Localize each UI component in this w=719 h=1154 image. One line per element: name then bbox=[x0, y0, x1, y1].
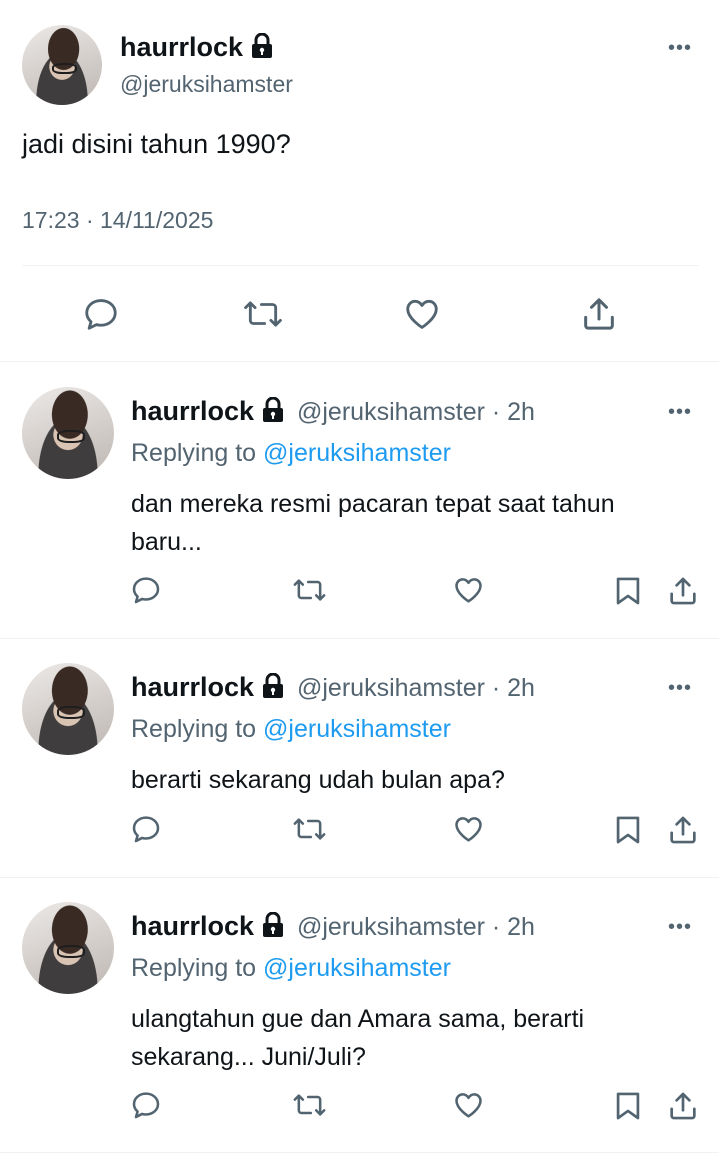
reply-text-line: berarti sekarang udah bulan apa? bbox=[131, 766, 505, 794]
section-divider bbox=[0, 1152, 719, 1153]
display-name-text: haurrlock bbox=[120, 32, 244, 62]
timestamp-divider bbox=[22, 265, 699, 266]
replying-label: Replying to bbox=[131, 439, 257, 467]
bookmark-icon[interactable] bbox=[611, 574, 645, 608]
retweet-icon[interactable] bbox=[292, 574, 327, 606]
retweet-icon[interactable] bbox=[242, 295, 284, 333]
post-time[interactable]: 2h bbox=[507, 398, 535, 426]
section-divider bbox=[0, 361, 719, 362]
more-icon[interactable]: ••• bbox=[668, 402, 692, 422]
action-bar bbox=[0, 574, 719, 610]
reply-header: haurrlock @jeruksihamster · 2h bbox=[131, 396, 535, 430]
display-name[interactable]: haurrlock bbox=[131, 396, 254, 426]
replying-handle-link[interactable]: @jeruksihamster bbox=[263, 439, 451, 467]
like-icon[interactable] bbox=[402, 295, 442, 333]
avatar[interactable] bbox=[22, 902, 114, 994]
bookmark-icon[interactable] bbox=[611, 1089, 645, 1123]
handle[interactable]: @jeruksihamster bbox=[297, 913, 485, 941]
timestamp[interactable]: 17:23 · 14/11/2025 bbox=[22, 207, 213, 234]
reply-icon[interactable] bbox=[82, 295, 120, 333]
tweet-text: jadi disini tahun 1990? bbox=[22, 129, 291, 159]
retweet-icon[interactable] bbox=[292, 1089, 327, 1121]
post-time[interactable]: 2h bbox=[507, 913, 535, 941]
reply-text-line: baru... bbox=[131, 528, 202, 556]
action-bar bbox=[0, 813, 719, 849]
replying-to: Replying to @jeruksihamster bbox=[131, 715, 451, 744]
section-divider bbox=[0, 638, 719, 639]
avatar[interactable] bbox=[22, 387, 114, 479]
reply-text-line: ulangtahun gue dan Amara sama, berarti bbox=[131, 1005, 585, 1033]
reply-text: dan mereka resmi pacaran tepat saat tahu… bbox=[131, 485, 615, 561]
bookmark-icon[interactable] bbox=[611, 813, 645, 847]
share-icon[interactable] bbox=[666, 574, 700, 608]
share-icon[interactable] bbox=[579, 294, 619, 334]
retweet-icon[interactable] bbox=[292, 813, 327, 845]
replying-label: Replying to bbox=[131, 715, 257, 743]
separator-dot: · bbox=[484, 398, 508, 426]
like-icon[interactable] bbox=[452, 574, 485, 606]
reply-header: haurrlock @jeruksihamster · 2h bbox=[131, 672, 535, 706]
lock-icon bbox=[262, 911, 284, 945]
replying-label: Replying to bbox=[131, 954, 257, 982]
handle[interactable]: @jeruksihamster bbox=[120, 71, 293, 98]
reply-icon[interactable] bbox=[130, 813, 162, 845]
replying-handle-link[interactable]: @jeruksihamster bbox=[263, 715, 451, 743]
action-bar bbox=[0, 1089, 719, 1125]
separator-dot: · bbox=[484, 913, 508, 941]
share-icon[interactable] bbox=[666, 1089, 700, 1123]
handle[interactable]: @jeruksihamster bbox=[297, 674, 485, 702]
replying-to: Replying to @jeruksihamster bbox=[131, 954, 451, 983]
replying-handle-link[interactable]: @jeruksihamster bbox=[263, 954, 451, 982]
more-icon[interactable]: ••• bbox=[668, 38, 692, 58]
lock-icon bbox=[251, 32, 273, 66]
avatar[interactable] bbox=[22, 663, 114, 755]
reply-icon[interactable] bbox=[130, 1089, 162, 1121]
reply-text: berarti sekarang udah bulan apa? bbox=[131, 761, 505, 799]
like-icon[interactable] bbox=[452, 813, 485, 845]
like-icon[interactable] bbox=[452, 1089, 485, 1121]
more-icon[interactable]: ••• bbox=[668, 917, 692, 937]
section-divider bbox=[0, 877, 719, 878]
display-name[interactable]: haurrlock bbox=[120, 32, 273, 66]
avatar[interactable] bbox=[22, 25, 102, 105]
reply-icon[interactable] bbox=[130, 574, 162, 606]
reply-text-line: sekarang... Juni/Juli? bbox=[131, 1043, 366, 1071]
post-time[interactable]: 2h bbox=[507, 674, 535, 702]
display-name[interactable]: haurrlock bbox=[131, 911, 254, 941]
display-name[interactable]: haurrlock bbox=[131, 672, 254, 702]
separator-dot: · bbox=[484, 674, 508, 702]
lock-icon bbox=[262, 672, 284, 706]
more-icon[interactable]: ••• bbox=[668, 678, 692, 698]
reply-text-line: dan mereka resmi pacaran tepat saat tahu… bbox=[131, 490, 615, 518]
reply-text: ulangtahun gue dan Amara sama, berarti s… bbox=[131, 1000, 584, 1076]
handle[interactable]: @jeruksihamster bbox=[297, 398, 485, 426]
lock-icon bbox=[262, 396, 284, 430]
replying-to: Replying to @jeruksihamster bbox=[131, 439, 451, 468]
reply-header: haurrlock @jeruksihamster · 2h bbox=[131, 911, 535, 945]
share-icon[interactable] bbox=[666, 813, 700, 847]
